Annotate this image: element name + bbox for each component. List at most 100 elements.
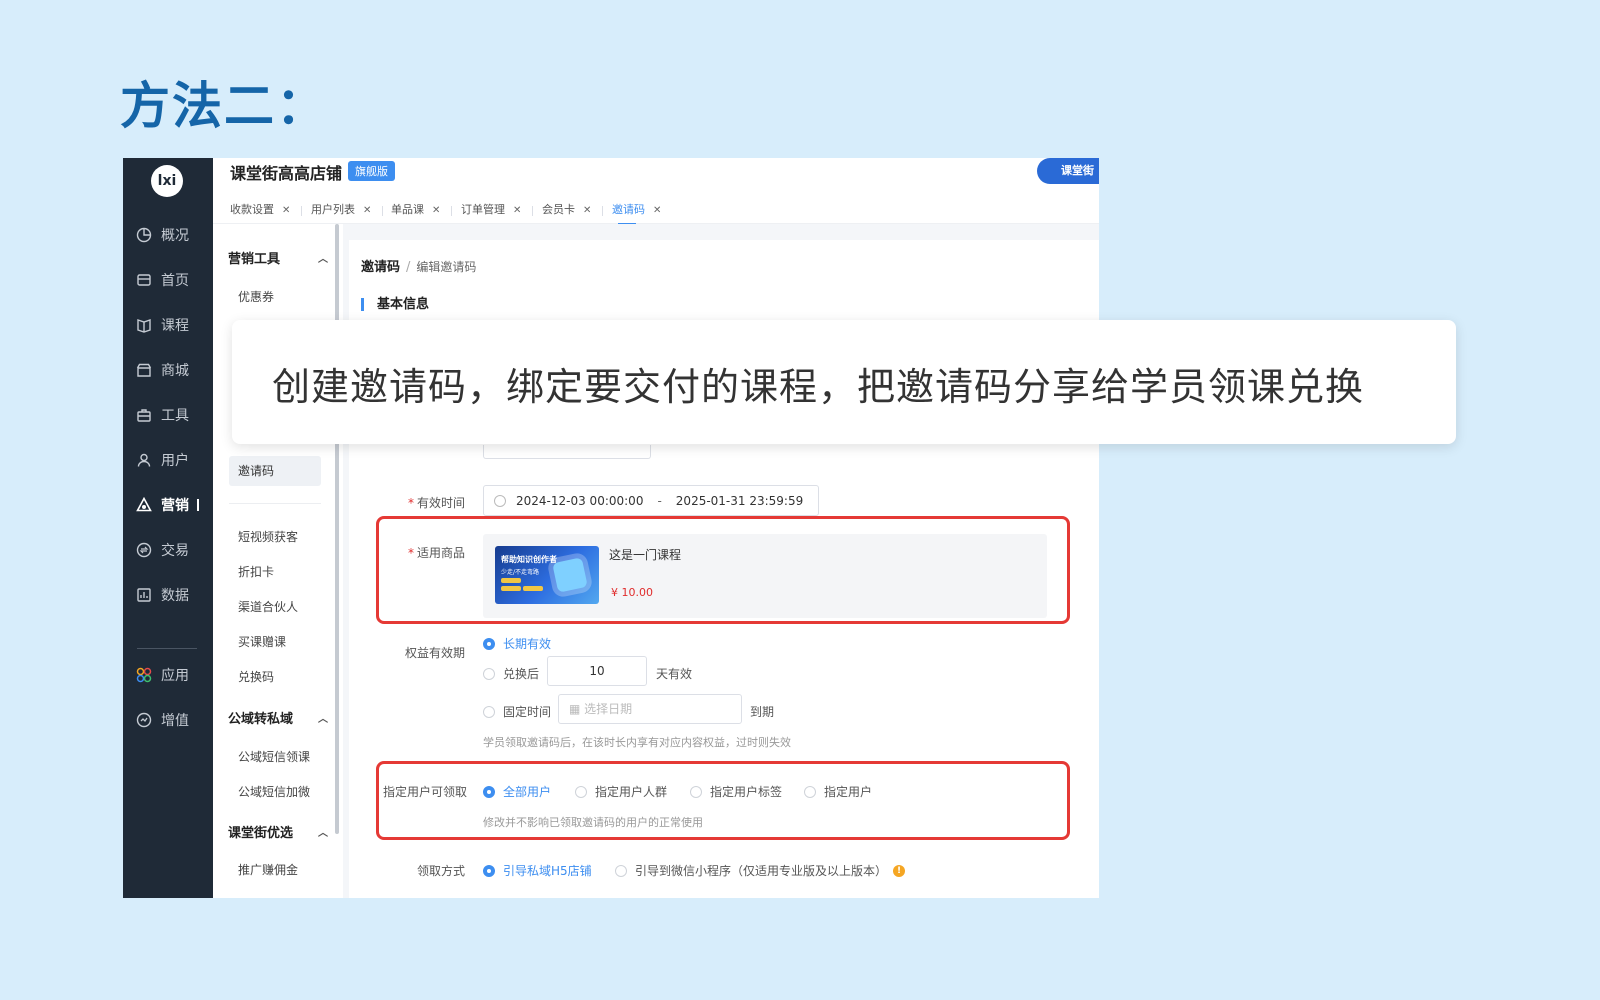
- valid-time-label: * 有效时间: [407, 496, 465, 510]
- nav-item-users[interactable]: 用户: [135, 445, 209, 475]
- group-public-to-private[interactable]: 公域转私域 ︿: [228, 708, 328, 727]
- slide-title: 方法二：: [120, 77, 328, 135]
- subnav-item-discount-card[interactable]: 折扣卡: [238, 563, 274, 580]
- divider: [229, 503, 321, 504]
- days-suffix: 天有效: [656, 667, 693, 681]
- group-label: 课堂街优选: [228, 826, 294, 841]
- chevron-up-icon: ︿: [318, 254, 328, 265]
- pie-chart-icon: [135, 226, 153, 244]
- date-suffix: 到期: [750, 705, 775, 719]
- subnav-item-channel-partner[interactable]: 渠道合伙人: [238, 598, 298, 615]
- main-nav: lxi 概况 首页 课程 商城 工具 用户 营销 交易 数据 应用 增值: [123, 158, 213, 898]
- nav-label: 课程: [161, 318, 189, 334]
- highlight-product: [376, 516, 1070, 624]
- group-marketing-tools[interactable]: 营销工具 ︿: [228, 248, 328, 267]
- tab-separator: [532, 206, 533, 216]
- tab-separator: [301, 206, 302, 216]
- shop-title: 课堂街高高店铺: [230, 164, 343, 183]
- nav-item-tools[interactable]: 工具: [135, 400, 209, 430]
- subnav-item-sms-course[interactable]: 公域短信领课: [238, 748, 310, 765]
- tab-label: 订单管理: [461, 203, 505, 216]
- radio-h5-store[interactable]: 引导私域H5店铺: [483, 862, 592, 879]
- subnav-item-redeem-code[interactable]: 兑换码: [238, 668, 274, 685]
- rights-hint: 学员领取邀请码后，在该时长内享有对应内容权益，过时则失效: [483, 736, 791, 749]
- tab-separator: [451, 206, 452, 216]
- group-ketangjie-select[interactable]: 课堂街优选 ︿: [228, 822, 328, 841]
- tab-label: 用户列表: [311, 203, 355, 216]
- close-icon[interactable]: ✕: [282, 205, 290, 216]
- tab-label: 单品课: [391, 203, 424, 216]
- days-input[interactable]: 10: [547, 656, 647, 686]
- subnav-item-coupon[interactable]: 优惠券: [238, 288, 274, 305]
- tab-user-list[interactable]: 用户列表 ✕: [311, 201, 371, 217]
- start-time: 2024-12-03 00:00:00: [516, 493, 644, 508]
- nav-label: 工具: [161, 408, 189, 424]
- rights-label: 权益有效期: [404, 646, 465, 660]
- app-logo[interactable]: lxi: [151, 165, 183, 197]
- active-indicator: [197, 499, 199, 511]
- close-icon[interactable]: ✕: [363, 205, 371, 216]
- nav-label: 交易: [161, 543, 189, 559]
- chevron-up-icon: ︿: [318, 714, 328, 725]
- tab-separator: [382, 206, 383, 216]
- marketing-icon: [135, 496, 153, 514]
- nav-item-apps[interactable]: 应用: [135, 660, 209, 690]
- nav-item-trade[interactable]: 交易: [135, 535, 209, 565]
- nav-label: 首页: [161, 273, 189, 289]
- tab-label: 收款设置: [230, 203, 274, 216]
- edition-badge: 旗舰版: [348, 161, 395, 181]
- date-picker[interactable]: ▦ 选择日期: [558, 694, 742, 724]
- nav-item-marketing[interactable]: 营销: [135, 490, 209, 520]
- section-title: 基本信息: [361, 298, 429, 311]
- close-icon[interactable]: ✕: [432, 205, 440, 216]
- caption-card: 创建邀请码，绑定要交付的课程，把邀请码分享给学员领课兑换: [232, 320, 1456, 444]
- calendar-icon: ▦: [569, 702, 581, 716]
- nav-item-course[interactable]: 课程: [135, 310, 209, 340]
- nav-item-home[interactable]: 首页: [135, 265, 209, 295]
- end-time: 2025-01-31 23:59:59: [675, 493, 804, 508]
- warning-icon: !: [893, 864, 906, 877]
- radio-fixed-time[interactable]: 固定时间: [483, 703, 551, 720]
- tab-order-management[interactable]: 订单管理 ✕: [461, 201, 521, 217]
- claim-method-label: 领取方式: [416, 864, 465, 878]
- group-label: 公域转私域: [228, 712, 294, 727]
- close-icon[interactable]: ✕: [653, 205, 661, 216]
- nav-item-mall[interactable]: 商城: [135, 355, 209, 385]
- clock-icon: [494, 494, 506, 507]
- exchange-icon: [135, 541, 153, 559]
- subnav-item-promote-commission[interactable]: 推广赚佣金: [238, 861, 298, 878]
- date-range-picker[interactable]: 2024-12-03 00:00:00 - 2025-01-31 23:59:5…: [483, 485, 819, 516]
- radio-long-term[interactable]: 长期有效: [483, 635, 551, 652]
- breadcrumb-root[interactable]: 邀请码: [361, 260, 400, 275]
- tab-single-course[interactable]: 单品课 ✕: [391, 201, 440, 217]
- shop-icon: [135, 361, 153, 379]
- nav-label: 营销: [161, 498, 189, 514]
- nav-item-value-added[interactable]: 增值: [135, 705, 209, 735]
- tab-label: 会员卡: [542, 203, 575, 216]
- value-added-icon: [135, 711, 153, 729]
- nav-label: 用户: [161, 453, 189, 469]
- sidebar-scrollbar[interactable]: [335, 224, 339, 834]
- radio-mini-program[interactable]: 引导到微信小程序（仅适用专业版及以上版本）!: [615, 862, 906, 879]
- radio-after-redeem[interactable]: 兑换后: [483, 665, 539, 682]
- caption-text: 创建邀请码，绑定要交付的课程，把邀请码分享给学员领课兑换: [272, 365, 1365, 409]
- subnav-item-buy-gift[interactable]: 买课赠课: [238, 633, 286, 650]
- tab-member-card[interactable]: 会员卡 ✕: [542, 201, 591, 217]
- subnav-item-sms-wechat[interactable]: 公域短信加微: [238, 783, 310, 800]
- tab-label: 邀请码: [612, 203, 645, 216]
- breadcrumb-current: 编辑邀请码: [416, 260, 477, 274]
- text-input[interactable]: [483, 445, 651, 459]
- highlight-user-scope: [376, 761, 1070, 840]
- nav-label: 数据: [161, 588, 189, 604]
- nav-item-overview[interactable]: 概况: [135, 220, 209, 250]
- close-icon[interactable]: ✕: [583, 205, 591, 216]
- nav-item-data[interactable]: 数据: [135, 580, 209, 610]
- subnav-item-short-video[interactable]: 短视频获客: [238, 528, 298, 545]
- chevron-up-icon: ︿: [318, 828, 328, 839]
- subnav-item-invite-code[interactable]: 邀请码: [229, 456, 321, 486]
- tab-payment-settings[interactable]: 收款设置 ✕: [230, 201, 290, 217]
- close-icon[interactable]: ✕: [513, 205, 521, 216]
- toolbox-icon: [135, 406, 153, 424]
- tab-invite-code[interactable]: 邀请码 ✕: [612, 201, 661, 225]
- tab-bar: 收款设置 ✕ 用户列表 ✕ 单品课 ✕ 订单管理 ✕ 会员卡 ✕ 邀请码 ✕: [213, 194, 1099, 225]
